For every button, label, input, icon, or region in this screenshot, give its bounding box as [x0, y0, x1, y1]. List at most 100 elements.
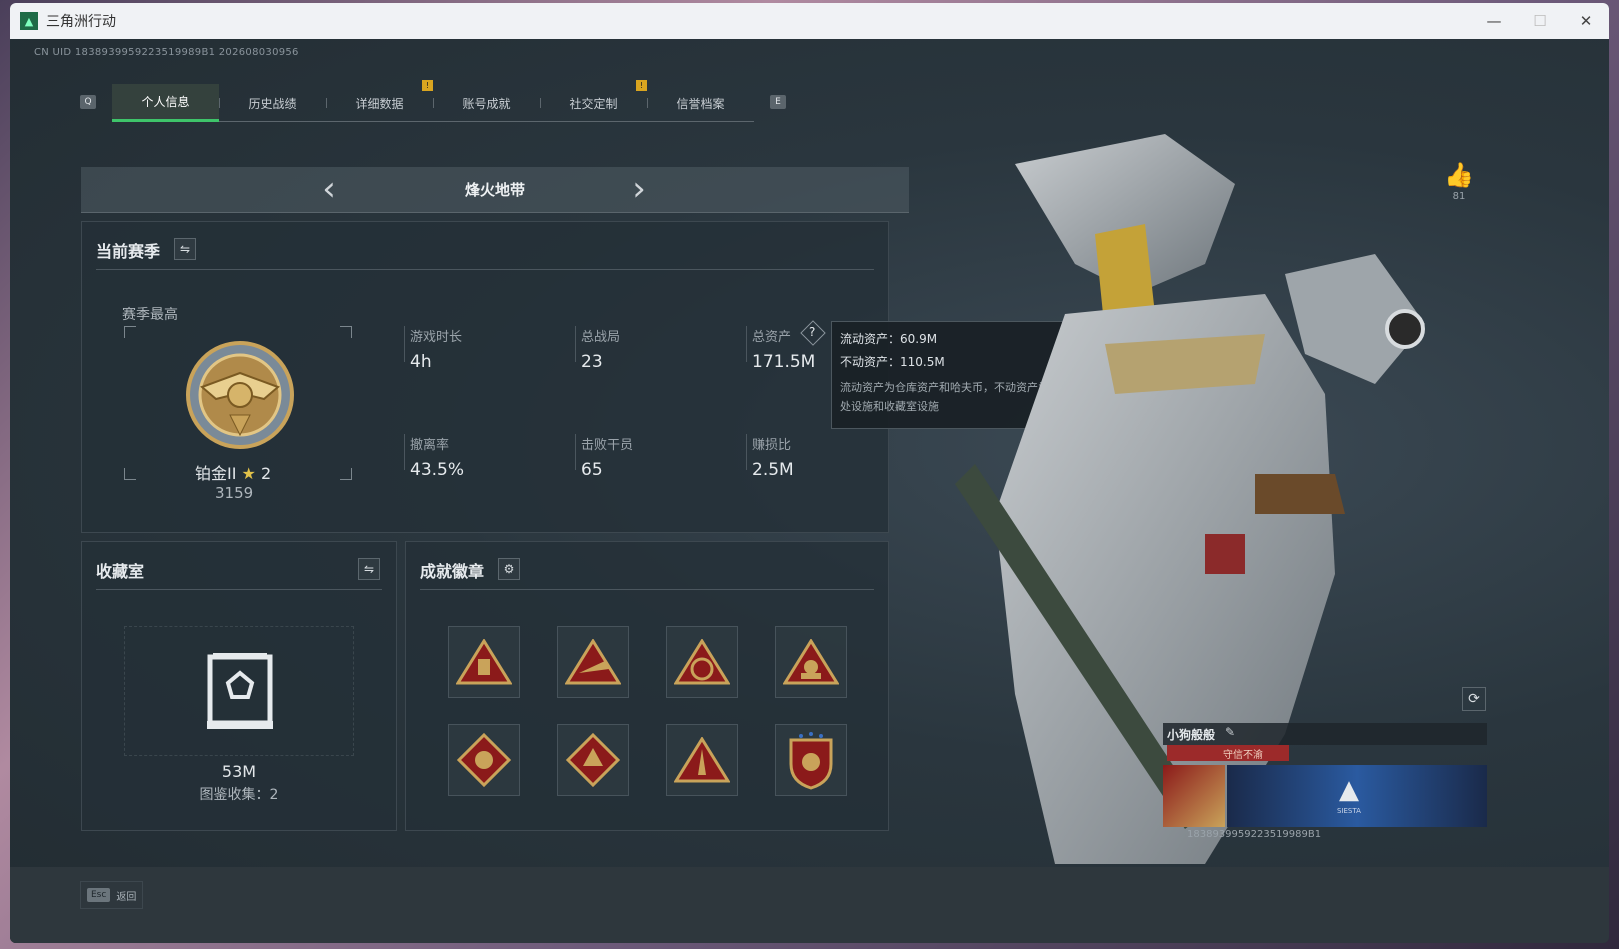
- collection-title: 收藏室: [96, 562, 145, 581]
- esc-key: Esc: [87, 888, 111, 902]
- bottom-bar: Esc 返回: [10, 867, 1609, 943]
- edit-name-icon[interactable]: ✎: [1225, 725, 1235, 739]
- season-panel: 当前赛季 ⇋ 赛季最高 铂金II ★ 2 3159 游戏时长 4h 总战局 23…: [81, 221, 889, 533]
- diamond-medal-icon: [565, 732, 621, 788]
- tab-achievements[interactable]: 账号成就: [433, 84, 540, 122]
- assets-value: 171.5M: [752, 352, 816, 372]
- divider: [404, 434, 405, 470]
- tab-history[interactable]: 历史战绩: [219, 84, 326, 122]
- star-icon: ★: [241, 464, 256, 483]
- player-name-card[interactable]: 小狗般般 ✎ 守信不渝 ▲ SIESTA 1838939959223519989…: [1163, 723, 1487, 840]
- season-best-label: 赛季最高: [122, 307, 178, 323]
- swap-icon: ⇋: [363, 562, 375, 576]
- profit-label: 赚损比: [752, 438, 792, 453]
- rotate-view-button[interactable]: ⟳: [1462, 687, 1486, 711]
- achievement-medal[interactable]: [448, 626, 520, 698]
- matches-label: 总战局: [581, 330, 621, 345]
- swap-icon: ⇋: [179, 242, 191, 256]
- display-case-icon: [207, 653, 273, 729]
- collection-switch-button[interactable]: ⇋: [358, 558, 380, 580]
- divider: [575, 326, 576, 362]
- window-title: 三角洲行动: [46, 14, 116, 30]
- collection-value: 53M: [221, 762, 257, 781]
- player-avatar: [1163, 765, 1225, 827]
- profit-value: 2.5M: [752, 460, 794, 480]
- tab-detailed-data[interactable]: 详细数据!: [326, 80, 433, 122]
- frame-corner: [124, 468, 136, 480]
- rank-score: 3159: [215, 484, 254, 502]
- rank-name-row: 铂金II ★ 2: [195, 460, 271, 484]
- tab-bar: Q 个人信息 历史战绩 详细数据! 账号成就 社交定制! 信誉档案 E: [80, 80, 786, 122]
- help-icon[interactable]: ?: [809, 325, 815, 339]
- alert-badge: !: [422, 80, 433, 91]
- divider: [746, 434, 747, 470]
- rank-badge-icon: [186, 341, 294, 449]
- back-label: 返回: [116, 891, 137, 903]
- frame-corner: [124, 326, 136, 338]
- shield-medal-icon: [789, 732, 833, 790]
- achievements-settings-button[interactable]: ⚙: [498, 558, 520, 580]
- maximize-button[interactable]: ☐: [1517, 3, 1563, 39]
- rank-name: 铂金II: [195, 464, 237, 483]
- gear-icon: ⚙: [503, 562, 515, 576]
- game-viewport: CN UID 1838939959223519989B1 20260803095…: [10, 39, 1609, 943]
- achievement-medal[interactable]: [775, 724, 847, 796]
- achievements-panel: 成就徽章 ⚙: [405, 541, 889, 831]
- frame-corner: [340, 326, 352, 338]
- tab-label: 详细数据: [355, 96, 404, 111]
- mode-title: 烽火地带: [464, 181, 525, 199]
- triangle-medal-icon: [565, 639, 621, 685]
- close-button[interactable]: ✕: [1563, 3, 1609, 39]
- mode-next-button[interactable]: ›: [619, 171, 659, 207]
- tab-personal-info[interactable]: 个人信息: [112, 84, 219, 122]
- back-button[interactable]: Esc 返回: [80, 881, 144, 909]
- divider: [420, 589, 874, 590]
- achievements-title: 成就徽章: [420, 562, 485, 581]
- like-button[interactable]: 👍 81: [1444, 161, 1474, 202]
- tab-label: 账号成就: [462, 96, 511, 111]
- achievement-medal[interactable]: [448, 724, 520, 796]
- season-title: 当前赛季: [96, 242, 161, 261]
- achievement-medal[interactable]: [666, 724, 738, 796]
- tab-prev-key[interactable]: Q: [80, 95, 96, 109]
- uid-text: CN UID 1838939959223519989B1 20260803095…: [34, 47, 299, 58]
- title-bar: ▲ 三角洲行动 — ☐ ✕: [10, 3, 1609, 39]
- triangle-medal-icon: [674, 639, 730, 685]
- tab-social[interactable]: 社交定制!: [540, 80, 647, 122]
- banner-logo-icon: ▲: [1339, 775, 1359, 805]
- tab-reputation[interactable]: 信誉档案: [647, 84, 754, 122]
- collection-preview[interactable]: [124, 626, 354, 756]
- kills-value: 65: [581, 460, 603, 480]
- mode-prev-button[interactable]: ‹: [309, 171, 349, 207]
- achievement-medal[interactable]: [775, 626, 847, 698]
- playtime-value: 4h: [410, 352, 432, 372]
- mode-selector: ‹ 烽火地带 ›: [81, 167, 909, 213]
- extract-value: 43.5%: [410, 460, 465, 480]
- player-tag: 守信不渝: [1223, 750, 1263, 761]
- alert-badge: !: [636, 80, 647, 91]
- tab-next-key[interactable]: E: [770, 95, 786, 109]
- achievement-medal[interactable]: [557, 724, 629, 796]
- assets-label: 总资产: [752, 330, 792, 345]
- playtime-label: 游戏时长: [410, 330, 463, 345]
- divider: [404, 326, 405, 362]
- kills-label: 击败干员: [581, 438, 634, 453]
- tab-label: 社交定制: [569, 96, 618, 111]
- diamond-medal-icon: [456, 732, 512, 788]
- tab-label: 信誉档案: [676, 96, 725, 111]
- refresh-icon: ⟳: [1468, 691, 1480, 707]
- achievement-medal[interactable]: [557, 626, 629, 698]
- matches-value: 23: [581, 352, 603, 372]
- triangle-medal-icon: [456, 639, 512, 685]
- tab-label: 历史战绩: [248, 96, 297, 111]
- minimize-button[interactable]: —: [1471, 3, 1517, 39]
- season-switch-button[interactable]: ⇋: [174, 238, 196, 260]
- card-uid: 1838939959223519989B1: [1187, 829, 1322, 840]
- collection-count: 图鉴收集：2: [199, 787, 279, 803]
- divider: [96, 589, 382, 590]
- divider: [96, 269, 874, 270]
- achievement-medal[interactable]: [666, 626, 738, 698]
- divider: [746, 326, 747, 362]
- game-window: ▲ 三角洲行动 — ☐ ✕ CN UID 1838939959223519989…: [10, 3, 1609, 943]
- triangle-medal-icon: [674, 737, 730, 783]
